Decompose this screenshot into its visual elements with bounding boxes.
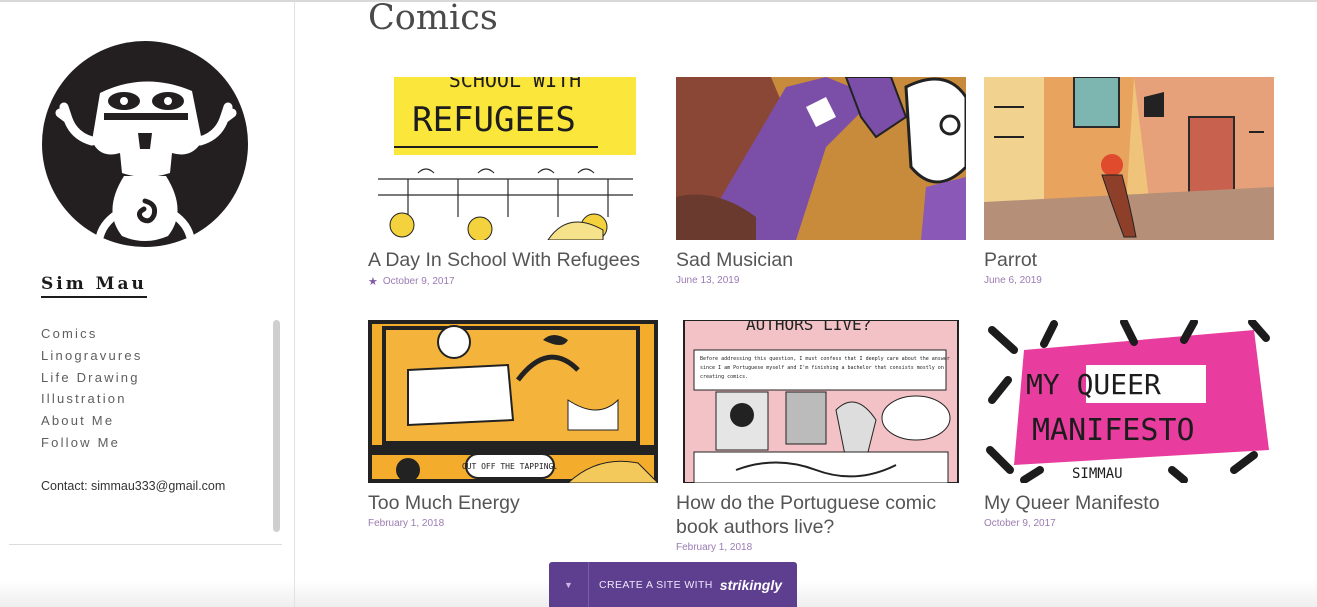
post-date: February 1, 2018	[676, 542, 753, 553]
nav-item-linogravures[interactable]: Linogravures	[41, 347, 143, 369]
thumb-text-energy: CUT OFF THE TAPPING.	[462, 462, 558, 471]
post-date: October 9, 2017	[382, 276, 455, 287]
strikingly-banner[interactable]: ▼ CREATE A SITE WITH strikingly	[549, 562, 797, 607]
thumb-text-manifesto: MANIFESTO	[1032, 413, 1195, 448]
post-title[interactable]: Parrot	[984, 248, 1274, 272]
post-card: MY QUEER MANIFESTO SIMMAU My Queer Manif…	[984, 320, 1274, 529]
post-card: Sad Musician June 13, 2019	[676, 77, 966, 286]
post-date-row: February 1, 2018	[368, 518, 658, 529]
post-date-row: June 13, 2019	[676, 275, 966, 286]
thumb-text-authors-p3: creating comics.	[700, 374, 748, 380]
thumb-text-authors-p1: Before addressing this question, I must …	[700, 356, 950, 362]
post-date: February 1, 2018	[368, 518, 445, 529]
thumb-text-my-queer: MY QUEER	[1026, 368, 1161, 401]
post-card: CUT OFF THE TAPPING. Too Much Energy Feb…	[368, 320, 658, 529]
post-title[interactable]: How do the Portuguese comic book authors…	[676, 491, 966, 539]
post-title[interactable]: Too Much Energy	[368, 491, 658, 515]
post-thumbnail[interactable]: SCHOOL WITH REFUGEES	[368, 77, 658, 240]
sidebar-divider	[9, 544, 282, 545]
page-title: Comics	[368, 0, 498, 38]
site-name[interactable]: Sim Mau	[41, 274, 147, 298]
nav-item-follow-me[interactable]: Follow Me	[41, 434, 143, 456]
thumb-text-simmau: SIMMAU	[1072, 466, 1123, 482]
post-thumbnail[interactable]: AUTHORS LIVE? Before addressing this que…	[676, 320, 966, 483]
sidebar-nav: Comics Linogravures Life Drawing Illustr…	[41, 325, 143, 456]
post-thumbnail[interactable]	[984, 77, 1274, 240]
star-icon: ★	[368, 276, 378, 288]
post-card: AUTHORS LIVE? Before addressing this que…	[676, 320, 966, 553]
banner-text: CREATE A SITE WITH	[599, 578, 713, 591]
post-thumbnail[interactable]: CUT OFF THE TAPPING.	[368, 320, 658, 483]
post-thumbnail[interactable]	[676, 77, 966, 240]
strikingly-logo: strikingly	[719, 576, 783, 593]
post-date: June 13, 2019	[676, 275, 740, 286]
post-date-row: February 1, 2018	[676, 542, 966, 553]
post-card: SCHOOL WITH REFUGEES A Day In School Wit…	[368, 77, 658, 288]
sidebar-scrollbar[interactable]	[273, 320, 280, 532]
post-date-row: October 9, 2017	[984, 518, 1274, 529]
thumb-text-school-with: SCHOOL WITH	[449, 77, 581, 92]
sidebar: Sim Mau Comics Linogravures Life Drawing…	[0, 2, 295, 607]
nav-item-about-me[interactable]: About Me	[41, 412, 143, 434]
post-title[interactable]: Sad Musician	[676, 248, 966, 272]
contact-info: Contact: simmau333@gmail.com	[41, 479, 226, 493]
post-date-row: June 6, 2019	[984, 275, 1274, 286]
post-date: October 9, 2017	[984, 518, 1056, 529]
nav-item-comics[interactable]: Comics	[41, 325, 143, 347]
site-logo[interactable]	[42, 41, 248, 247]
post-card: Parrot June 6, 2019	[984, 77, 1274, 286]
nav-item-illustration[interactable]: Illustration	[41, 390, 143, 412]
post-title[interactable]: A Day In School With Refugees	[368, 248, 658, 272]
thumb-text-authors: AUTHORS LIVE?	[746, 320, 871, 334]
thumb-text-refugees: REFUGEES	[412, 100, 576, 140]
post-title[interactable]: My Queer Manifesto	[984, 491, 1274, 515]
chevron-down-icon[interactable]: ▼	[549, 562, 589, 607]
post-thumbnail[interactable]: MY QUEER MANIFESTO SIMMAU	[984, 320, 1274, 483]
nav-item-life-drawing[interactable]: Life Drawing	[41, 369, 143, 391]
post-date: June 6, 2019	[984, 275, 1042, 286]
post-date-row: ★ October 9, 2017	[368, 275, 658, 288]
thumb-text-authors-p2: since I am Portuguese myself and I'm fin…	[700, 365, 944, 371]
